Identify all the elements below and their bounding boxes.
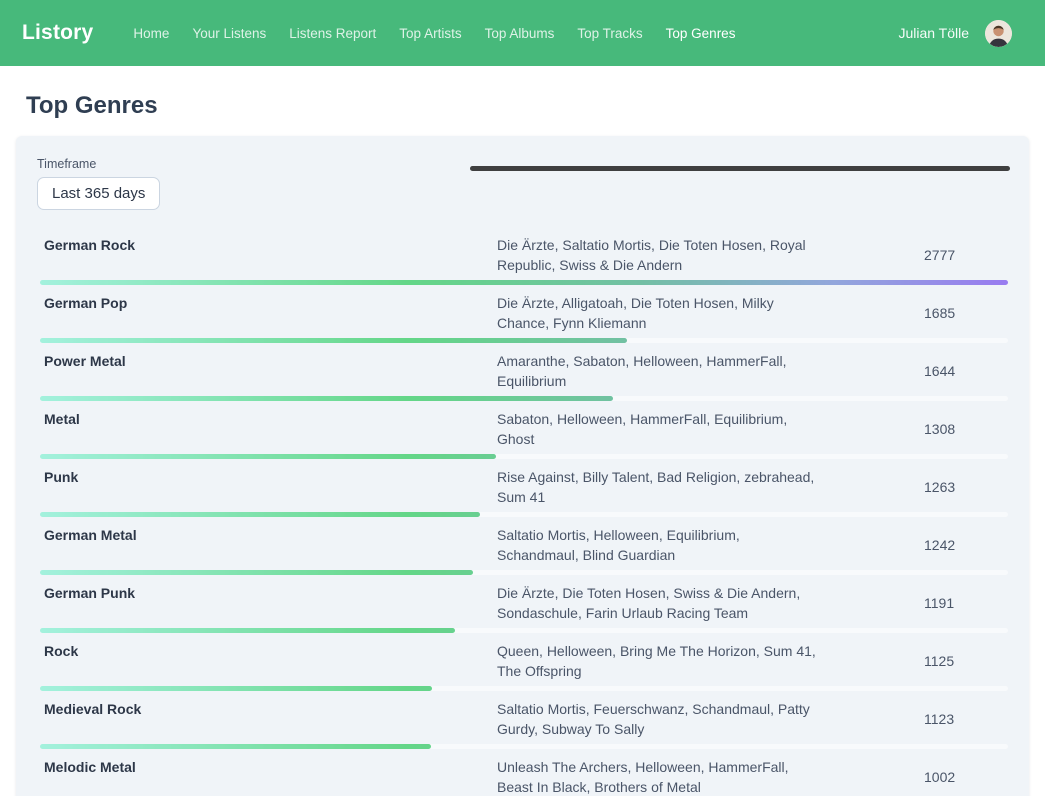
genre-bar	[40, 744, 431, 749]
genre-count: 1123	[924, 711, 1008, 727]
genre-bar-track	[40, 280, 1008, 285]
nav-item-top-genres[interactable]: Top Genres	[666, 26, 736, 41]
genre-row[interactable]: Metal Sabaton, Helloween, HammerFall, Eq…	[37, 404, 1008, 462]
genre-bar-track	[40, 454, 1008, 459]
genre-bar	[40, 628, 455, 633]
genre-bar-track	[40, 570, 1008, 575]
genre-artists: Amaranthe, Sabaton, Helloween, HammerFal…	[497, 351, 819, 391]
user-name[interactable]: Julian Tölle	[898, 25, 969, 41]
genre-bar	[40, 454, 496, 459]
user-area: Julian Tölle	[898, 20, 1012, 47]
genre-count: 1191	[924, 595, 1008, 611]
genre-row[interactable]: German Punk Die Ärzte, Die Toten Hosen, …	[37, 578, 1008, 636]
genre-bar-track	[40, 512, 1008, 517]
genre-name: Metal	[37, 409, 497, 449]
genre-name: Power Metal	[37, 351, 497, 391]
nav-item-listens-report[interactable]: Listens Report	[289, 26, 376, 41]
avatar-photo-icon	[985, 20, 1012, 47]
genres-card: Timeframe Last 365 days German Rock Die …	[16, 136, 1029, 796]
timeframe-select[interactable]: Last 365 days	[37, 177, 160, 210]
nav-item-top-albums[interactable]: Top Albums	[485, 26, 555, 41]
genre-artists: Queen, Helloween, Bring Me The Horizon, …	[497, 641, 819, 681]
genre-artists: Die Ärzte, Alligatoah, Die Toten Hosen, …	[497, 293, 819, 333]
genre-row[interactable]: German Rock Die Ärzte, Saltatio Mortis, …	[37, 230, 1008, 288]
genre-row[interactable]: German Metal Saltatio Mortis, Helloween,…	[37, 520, 1008, 578]
genre-bar	[40, 280, 1008, 285]
genre-artists: Die Ärzte, Saltatio Mortis, Die Toten Ho…	[497, 235, 819, 275]
genre-row[interactable]: Rock Queen, Helloween, Bring Me The Hori…	[37, 636, 1008, 694]
genre-bar	[40, 338, 627, 343]
genre-bar	[40, 570, 473, 575]
genre-bar-track	[40, 396, 1008, 401]
page-title: Top Genres	[26, 92, 1045, 120]
genre-count: 2777	[924, 247, 1008, 263]
genre-name: Rock	[37, 641, 497, 681]
genre-bar-track	[40, 338, 1008, 343]
genre-name: Medieval Rock	[37, 699, 497, 739]
genre-artists: Sabaton, Helloween, HammerFall, Equilibr…	[497, 409, 819, 449]
genre-table: German Rock Die Ärzte, Saltatio Mortis, …	[37, 230, 1008, 796]
genre-artists: Die Ärzte, Die Toten Hosen, Swiss & Die …	[497, 583, 819, 623]
genre-row[interactable]: Power Metal Amaranthe, Sabaton, Hellowee…	[37, 346, 1008, 404]
genre-count: 1644	[924, 363, 1008, 379]
user-avatar[interactable]	[985, 20, 1012, 47]
genre-bar-track	[40, 686, 1008, 691]
genre-row[interactable]: Melodic Metal Unleash The Archers, Hello…	[37, 752, 1008, 796]
genre-name: German Rock	[37, 235, 497, 275]
genre-bar	[40, 396, 613, 401]
genre-row[interactable]: Medieval Rock Saltatio Mortis, Feuerschw…	[37, 694, 1008, 752]
genre-name: German Pop	[37, 293, 497, 333]
top-nav-bar: Listory Home Your Listens Listens Report To…	[0, 0, 1045, 66]
main-nav: Home Your Listens Listens Report Top Artist…	[133, 26, 735, 41]
genre-count: 1242	[924, 537, 1008, 553]
genre-row[interactable]: German Pop Die Ärzte, Alligatoah, Die To…	[37, 288, 1008, 346]
genre-count: 1685	[924, 305, 1008, 321]
genre-row[interactable]: Punk Rise Against, Billy Talent, Bad Rel…	[37, 462, 1008, 520]
horizontal-scrollbar-thumb[interactable]	[470, 166, 1010, 171]
nav-item-top-tracks[interactable]: Top Tracks	[577, 26, 642, 41]
genre-name: German Punk	[37, 583, 497, 623]
genre-artists: Saltatio Mortis, Feuerschwanz, Schandmau…	[497, 699, 819, 739]
genre-artists: Saltatio Mortis, Helloween, Equilibrium,…	[497, 525, 819, 565]
genre-bar-track	[40, 744, 1008, 749]
genre-artists: Rise Against, Billy Talent, Bad Religion…	[497, 467, 819, 507]
genre-count: 1125	[924, 653, 1008, 669]
genre-name: German Metal	[37, 525, 497, 565]
genre-count: 1263	[924, 479, 1008, 495]
genre-bar-track	[40, 628, 1008, 633]
genre-artists: Unleash The Archers, Helloween, HammerFa…	[497, 757, 819, 796]
nav-item-top-artists[interactable]: Top Artists	[399, 26, 461, 41]
nav-item-your-listens[interactable]: Your Listens	[192, 26, 266, 41]
app-logo[interactable]: Listory	[22, 21, 93, 45]
genre-bar	[40, 686, 432, 691]
genre-bar	[40, 512, 480, 517]
timeframe-value: Last 365 days	[52, 185, 145, 202]
genre-name: Melodic Metal	[37, 757, 497, 796]
genre-name: Punk	[37, 467, 497, 507]
nav-item-home[interactable]: Home	[133, 26, 169, 41]
genre-count: 1308	[924, 421, 1008, 437]
genre-count: 1002	[924, 769, 1008, 785]
